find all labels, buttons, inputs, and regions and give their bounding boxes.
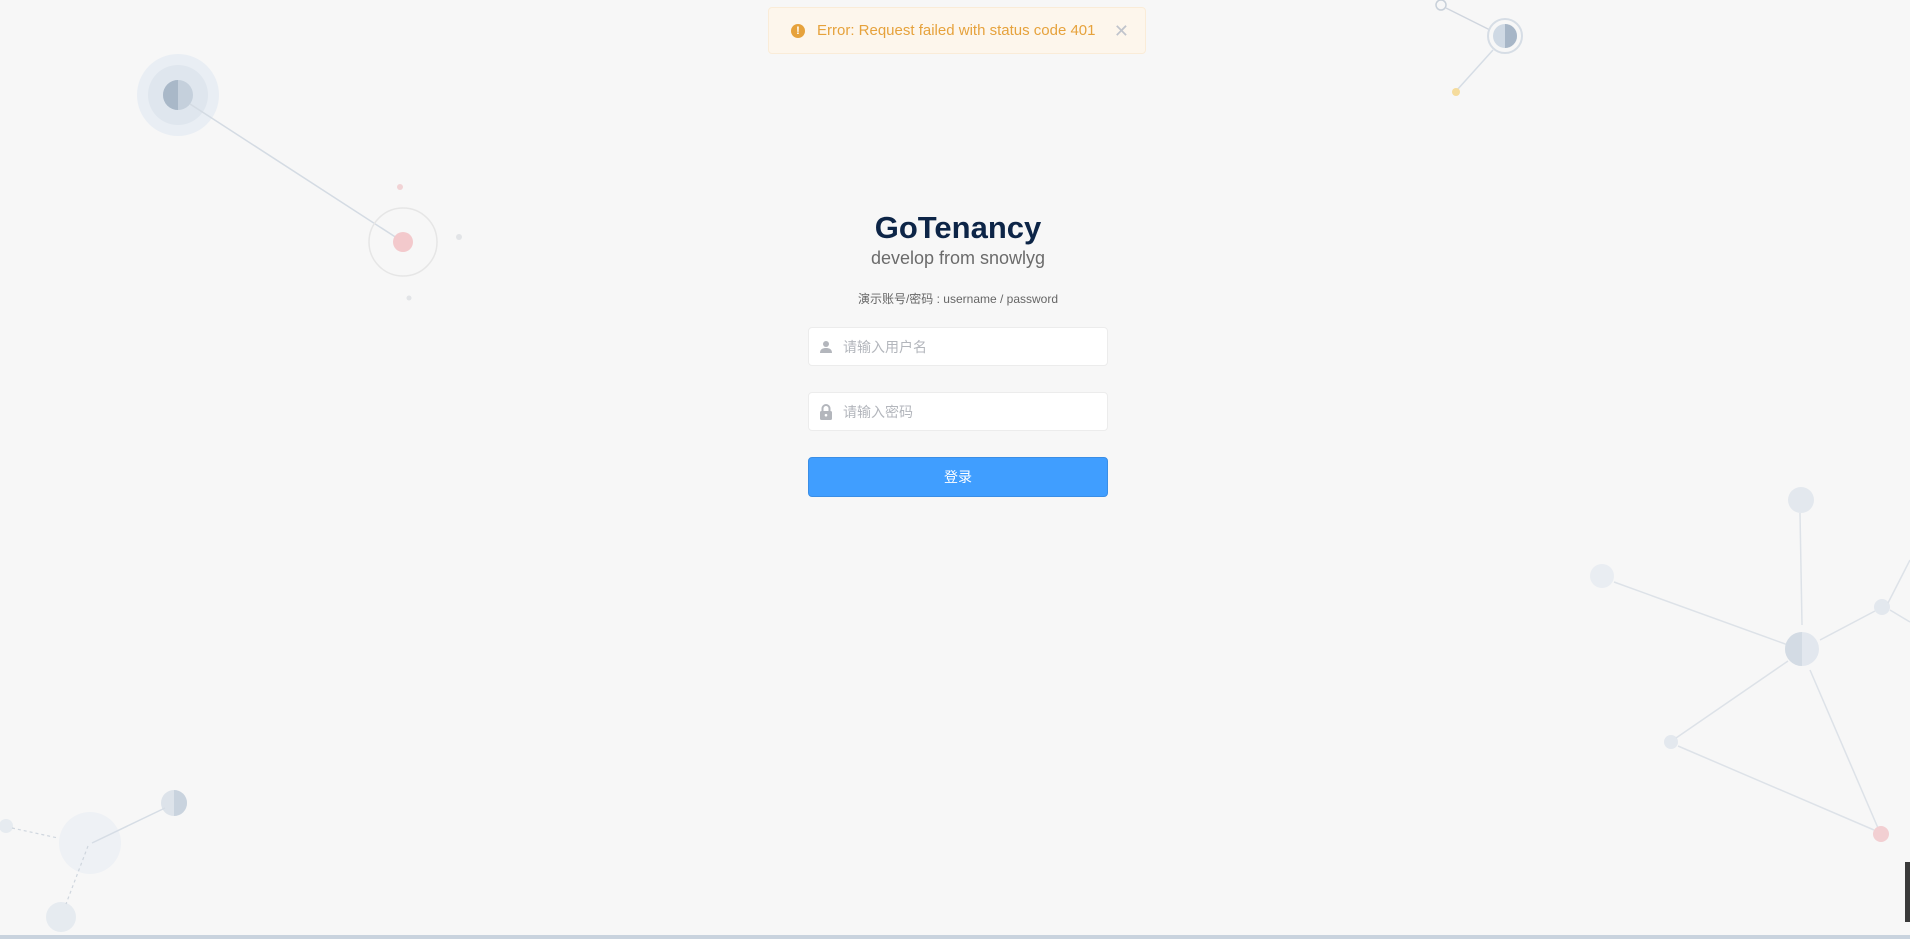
lock-icon: [809, 392, 843, 431]
login-page: ! Error: Request failed with status code…: [0, 0, 1910, 939]
username-field: [808, 327, 1108, 366]
login-button[interactable]: 登录: [808, 457, 1108, 497]
username-input[interactable]: [843, 328, 1093, 365]
demo-credentials-hint: 演示账号/密码 : username / password: [857, 292, 1059, 306]
user-icon: [809, 327, 843, 366]
error-notification: ! Error: Request failed with status code…: [768, 7, 1146, 54]
password-input[interactable]: [843, 393, 1093, 430]
warning-circle-icon: !: [791, 23, 805, 38]
notification-message: Error: Request failed with status code 4…: [817, 22, 1096, 39]
password-field: [808, 392, 1108, 431]
taskbar-strip: [0, 935, 1910, 939]
login-form: GoTenancy develop from snowlyg 演示账号/密码 :…: [808, 205, 1108, 497]
app-subtitle: develop from snowlyg: [870, 248, 1046, 268]
close-icon[interactable]: ✕: [1114, 22, 1129, 40]
app-title: GoTenancy: [874, 210, 1042, 245]
